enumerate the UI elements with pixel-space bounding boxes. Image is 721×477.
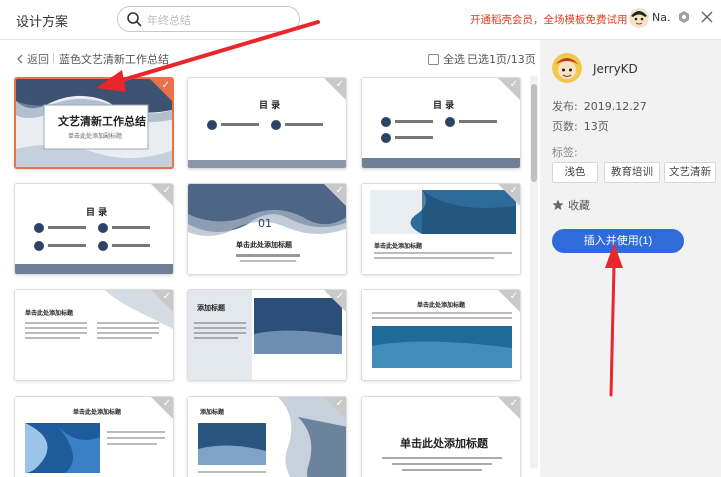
selection-count: 已选1页/13页 xyxy=(467,53,536,66)
promo-link[interactable]: 开通稻壳会员，全场模板免费试用 xyxy=(470,12,628,27)
back-button[interactable]: 返回 xyxy=(16,51,49,67)
pages-value: 13页 xyxy=(583,120,609,133)
check-icon: ✓ xyxy=(509,185,518,196)
slide-heading: 单击此处添加标题 xyxy=(236,241,292,249)
check-icon: ✓ xyxy=(161,80,170,91)
slide-thumb-7[interactable]: 单击此处添加标题 ✓ xyxy=(14,289,174,381)
close-icon[interactable] xyxy=(700,10,714,24)
slide-thumb-6[interactable]: 单击此处添加标题 ✓ xyxy=(361,183,521,275)
check-icon: ✓ xyxy=(509,79,518,90)
insert-and-use-button[interactable]: 插入并使用(1) xyxy=(552,229,684,253)
slide-heading: 单击此处添加标题 xyxy=(400,437,488,450)
check-icon: ✓ xyxy=(335,398,344,409)
author-avatar xyxy=(552,53,582,83)
slide-heading: 添加标题 xyxy=(200,409,225,416)
doc-title: 蓝色文艺清新工作总结 xyxy=(59,53,169,66)
slide-heading: 添加标题 xyxy=(197,304,225,312)
divider xyxy=(53,53,54,63)
slide-heading: 单击此处添加标题 xyxy=(25,310,74,317)
slide-heading: 单击此处添加标题 xyxy=(417,302,466,309)
check-icon: ✓ xyxy=(335,185,344,196)
publish-date: 2019.12.27 xyxy=(583,100,647,113)
tag-item[interactable]: 浅色 xyxy=(552,162,598,183)
detail-panel: JerryKD 发布: 2019.12.27 页数: 13页 标签: 浅色 教育培训… xyxy=(540,40,721,477)
tags-label: 标签: xyxy=(552,146,578,159)
pages-label: 页数: xyxy=(552,120,578,133)
slide-heading: 文艺清新工作总结 xyxy=(58,115,146,128)
check-icon: ✓ xyxy=(335,79,344,90)
slide-thumb-10[interactable]: 单击此处添加标题 ✓ xyxy=(14,396,174,477)
slide-thumb-4[interactable]: 目 录 ✓ xyxy=(14,183,174,275)
publish-info: 发布: 2019.12.27 xyxy=(552,98,647,114)
user-avatar[interactable] xyxy=(629,8,649,28)
slide-thumb-1[interactable]: 文艺清新工作总结 单击此处添加副标题 ✓ xyxy=(14,77,174,169)
tag-item[interactable]: 教育培训 xyxy=(604,162,660,183)
favorite-label: 收藏 xyxy=(568,199,590,212)
checkbox-box xyxy=(428,53,439,65)
slide-number: 01 xyxy=(258,217,272,230)
check-icon: ✓ xyxy=(162,291,171,302)
select-all-label: 全选 xyxy=(443,53,465,66)
slide-thumb-5[interactable]: 01 单击此处添加标题 ✓ xyxy=(187,183,347,275)
star-icon xyxy=(552,199,564,210)
slide-subheading: 单击此处添加副标题 xyxy=(68,133,123,140)
scrollbar-thumb[interactable] xyxy=(531,84,537,182)
slide-thumb-9[interactable]: 单击此处添加标题 ✓ xyxy=(361,289,521,381)
select-all-checkbox[interactable]: 全选 xyxy=(428,51,465,67)
slide-heading: 单击此处添加标题 xyxy=(73,409,122,416)
back-label: 返回 xyxy=(27,53,49,66)
check-icon: ✓ xyxy=(509,291,518,302)
check-icon: ✓ xyxy=(509,398,518,409)
check-icon: ✓ xyxy=(335,291,344,302)
username[interactable]: Na. xyxy=(652,11,670,24)
top-bar: 设计方案 年终总结 开通稻壳会员，全场模板免费试用 Na. xyxy=(0,0,721,40)
chevron-left-icon xyxy=(17,54,23,64)
search-placeholder: 年终总结 xyxy=(147,14,191,27)
pages-info: 页数: 13页 xyxy=(552,118,609,134)
publish-label: 发布: xyxy=(552,100,578,113)
favorite-button[interactable]: 收藏 xyxy=(552,197,590,213)
search-icon xyxy=(127,12,142,27)
vip-badge-icon[interactable] xyxy=(678,11,690,23)
tag-item[interactable]: 文艺清新 xyxy=(664,162,716,183)
slide-thumb-3[interactable]: 目 录 ✓ xyxy=(361,77,521,169)
search-input[interactable]: 年终总结 xyxy=(117,6,300,32)
check-icon: ✓ xyxy=(162,398,171,409)
slide-grid: 文艺清新工作总结 单击此处添加副标题 ✓ 目 录 ✓ 目 录 ✓ 目 录 ✓ 0… xyxy=(0,76,530,477)
slide-thumb-2[interactable]: 目 录 ✓ xyxy=(187,77,347,169)
scrollbar[interactable] xyxy=(530,76,538,468)
slide-thumb-11[interactable]: 添加标题 ✓ xyxy=(187,396,347,477)
slide-heading: 单击此处添加标题 xyxy=(374,243,423,250)
app-title: 设计方案 xyxy=(16,15,69,30)
author-name: JerryKD xyxy=(593,62,638,76)
sub-bar: 返回 蓝色文艺清新工作总结 全选 已选1页/13页 xyxy=(0,40,540,76)
check-icon: ✓ xyxy=(162,185,171,196)
slide-thumb-12[interactable]: 单击此处添加标题 ✓ xyxy=(361,396,521,477)
slide-thumb-8[interactable]: 添加标题 ✓ xyxy=(187,289,347,381)
